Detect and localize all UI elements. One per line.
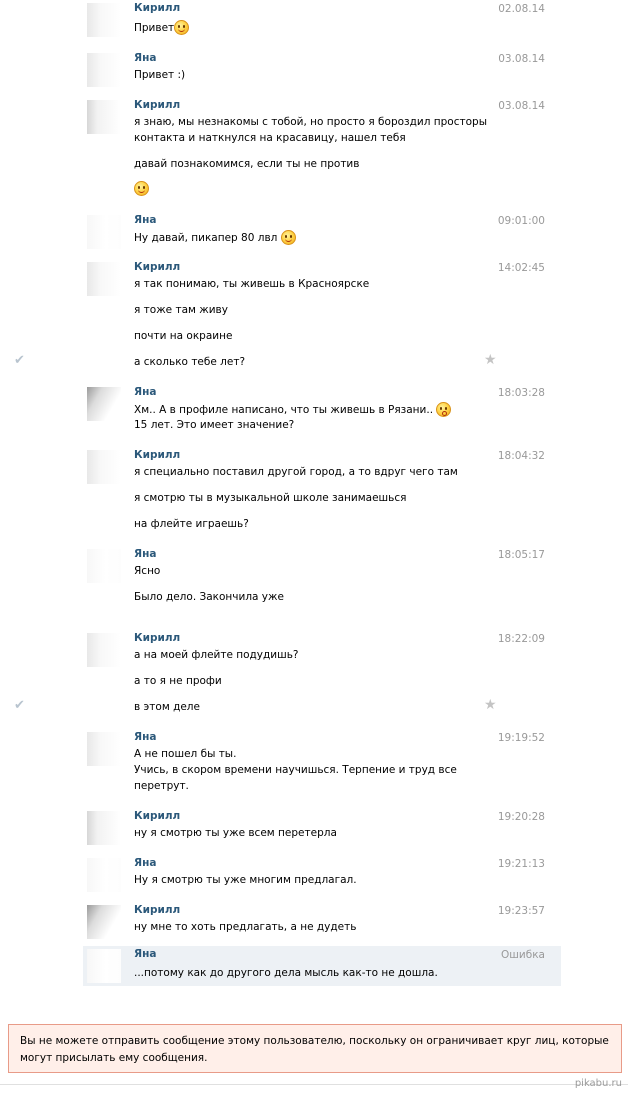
message-failed: Яна Ошибка ...потому как до другого дела… — [83, 946, 561, 986]
message-text: я так понимаю, ты живешь в Красноярске — [134, 278, 370, 290]
message: Яна 19:21:13 Ну я смотрю ты уже многим п… — [83, 855, 561, 899]
message-author[interactable]: Кирилл — [134, 632, 180, 644]
star-icon[interactable]: ★ — [484, 697, 497, 713]
message-author[interactable]: Яна — [134, 214, 156, 226]
avatar[interactable] — [87, 633, 121, 667]
message-text: я специально поставил другой город, а то… — [134, 466, 458, 478]
message-time[interactable]: 18:05:17 — [498, 549, 545, 561]
message-text: я знаю, мы незнакомы с тобой, но просто … — [134, 116, 487, 128]
message: Кирилл 18:04:32 я специально поставил др… — [83, 447, 561, 541]
message-time[interactable]: 18:04:32 — [498, 450, 545, 462]
star-icon[interactable]: ★ — [484, 352, 497, 368]
message-text: 15 лет. Это имеет значение? — [134, 419, 295, 431]
message-author[interactable]: Кирилл — [134, 261, 180, 273]
message-time[interactable]: 19:19:52 — [498, 732, 545, 744]
surprised-emoji-icon — [436, 402, 452, 417]
message-text: а сколько тебе лет? — [134, 356, 246, 368]
message-time[interactable]: 03.08.14 — [498, 100, 545, 112]
checkmark-icon[interactable]: ✔ — [14, 698, 25, 713]
message-time[interactable]: 18:03:28 — [498, 387, 545, 399]
checkmark-icon[interactable]: ✔ — [14, 353, 25, 368]
message: Яна 18:05:17 Ясно Было дело. Закончила у… — [83, 546, 561, 616]
message-author[interactable]: Кирилл — [134, 810, 180, 822]
message-text: Ясно — [134, 565, 161, 577]
message-author[interactable]: Кирилл — [134, 99, 180, 111]
message: Кирилл 19:23:57 ну мне то хоть предлагат… — [83, 902, 561, 944]
message-text: Было дело. Закончила уже — [134, 591, 284, 603]
avatar[interactable] — [87, 53, 121, 87]
message-author[interactable]: Кирилл — [134, 904, 180, 916]
message: Яна 09:01:00 Ну давай, пикапер 80 лвл — [83, 212, 561, 258]
avatar[interactable] — [87, 858, 121, 892]
avatar[interactable] — [87, 811, 121, 845]
avatar[interactable] — [87, 549, 121, 583]
avatar[interactable] — [87, 450, 121, 484]
avatar[interactable] — [87, 732, 121, 766]
message: Кирилл 19:20:28 ну я смотрю ты уже всем … — [83, 808, 561, 852]
message-text: перетрут. — [134, 780, 189, 792]
message-time[interactable]: 03.08.14 — [498, 53, 545, 65]
smile-emoji-icon — [280, 230, 296, 245]
message-text: на флейте играешь? — [134, 518, 249, 530]
avatar[interactable] — [87, 949, 121, 983]
message-time[interactable]: 19:20:28 — [498, 811, 545, 823]
error-notice-text: Вы не можете отправить сообщение этому п… — [20, 1035, 609, 1064]
message-text: Ну я смотрю ты уже многим предлагал. — [134, 874, 357, 886]
message-error-status: Ошибка — [501, 949, 545, 961]
avatar[interactable] — [87, 215, 121, 249]
avatar[interactable] — [87, 100, 121, 134]
message-author[interactable]: Яна — [134, 948, 156, 960]
message-text: контакта и наткнулся на красавицу, нашел… — [134, 132, 406, 144]
avatar[interactable] — [87, 387, 121, 421]
message-time[interactable]: 02.08.14 — [498, 3, 545, 15]
smile-emoji-icon — [134, 181, 149, 196]
message-text: А не пошел бы ты. — [134, 748, 237, 760]
message-text: Ну давай, пикапер 80 лвл — [134, 230, 296, 245]
watermark: pikabu.ru — [574, 1078, 622, 1089]
message-text: Привет — [134, 20, 190, 35]
message-time[interactable]: 19:23:57 — [498, 905, 545, 917]
message-text: я смотрю ты в музыкальной школе занимаеш… — [134, 492, 407, 504]
message-text: Привет :) — [134, 69, 186, 81]
message-text — [134, 181, 149, 196]
message-text: я тоже там живу — [134, 304, 228, 316]
message-text: в этом деле — [134, 701, 200, 713]
message: Яна 19:19:52 А не пошел бы ты. Учись, в … — [83, 729, 561, 801]
message-text: Учись, в скором времени научишься. Терпе… — [134, 764, 457, 776]
message-text: а на моей флейте подудишь? — [134, 649, 299, 661]
message-text: ...потому как до другого дела мысль как-… — [134, 967, 438, 979]
message-text: ну я смотрю ты уже всем перетерла — [134, 827, 337, 839]
message-text: давай познакомимся, если ты не против — [134, 158, 360, 170]
message-author[interactable]: Яна — [134, 857, 156, 869]
message-author[interactable]: Кирилл — [134, 2, 180, 14]
avatar[interactable] — [87, 262, 121, 296]
message-author[interactable]: Яна — [134, 548, 156, 560]
message-time[interactable]: 09:01:00 — [498, 215, 545, 227]
avatar[interactable] — [87, 3, 121, 37]
divider — [0, 1084, 628, 1085]
message-text: ну мне то хоть предлагать, а не дудеть — [134, 921, 357, 933]
avatar[interactable] — [87, 905, 121, 939]
message: Кирилл 03.08.14 я знаю, мы незнакомы с т… — [83, 97, 561, 209]
message: Кирилл 02.08.14 Привет — [83, 0, 561, 46]
message-text: почти на окраине — [134, 330, 233, 342]
message-author[interactable]: Яна — [134, 52, 156, 64]
message-time[interactable]: 19:21:13 — [498, 858, 545, 870]
message: Яна 18:03:28 Хм.. А в профиле написано, … — [83, 384, 561, 444]
message-author[interactable]: Кирилл — [134, 449, 180, 461]
message-time[interactable]: 18:22:09 — [498, 633, 545, 645]
message-text: а то я не профи — [134, 675, 222, 687]
message-author[interactable]: Яна — [134, 731, 156, 743]
message-text: Хм.. А в профиле написано, что ты живешь… — [134, 402, 452, 417]
error-notice: Вы не можете отправить сообщение этому п… — [8, 1024, 622, 1073]
message-time[interactable]: 14:02:45 — [498, 262, 545, 274]
message-author[interactable]: Яна — [134, 386, 156, 398]
message: Яна 03.08.14 Привет :) — [83, 50, 561, 94]
smile-emoji-icon — [174, 20, 190, 35]
